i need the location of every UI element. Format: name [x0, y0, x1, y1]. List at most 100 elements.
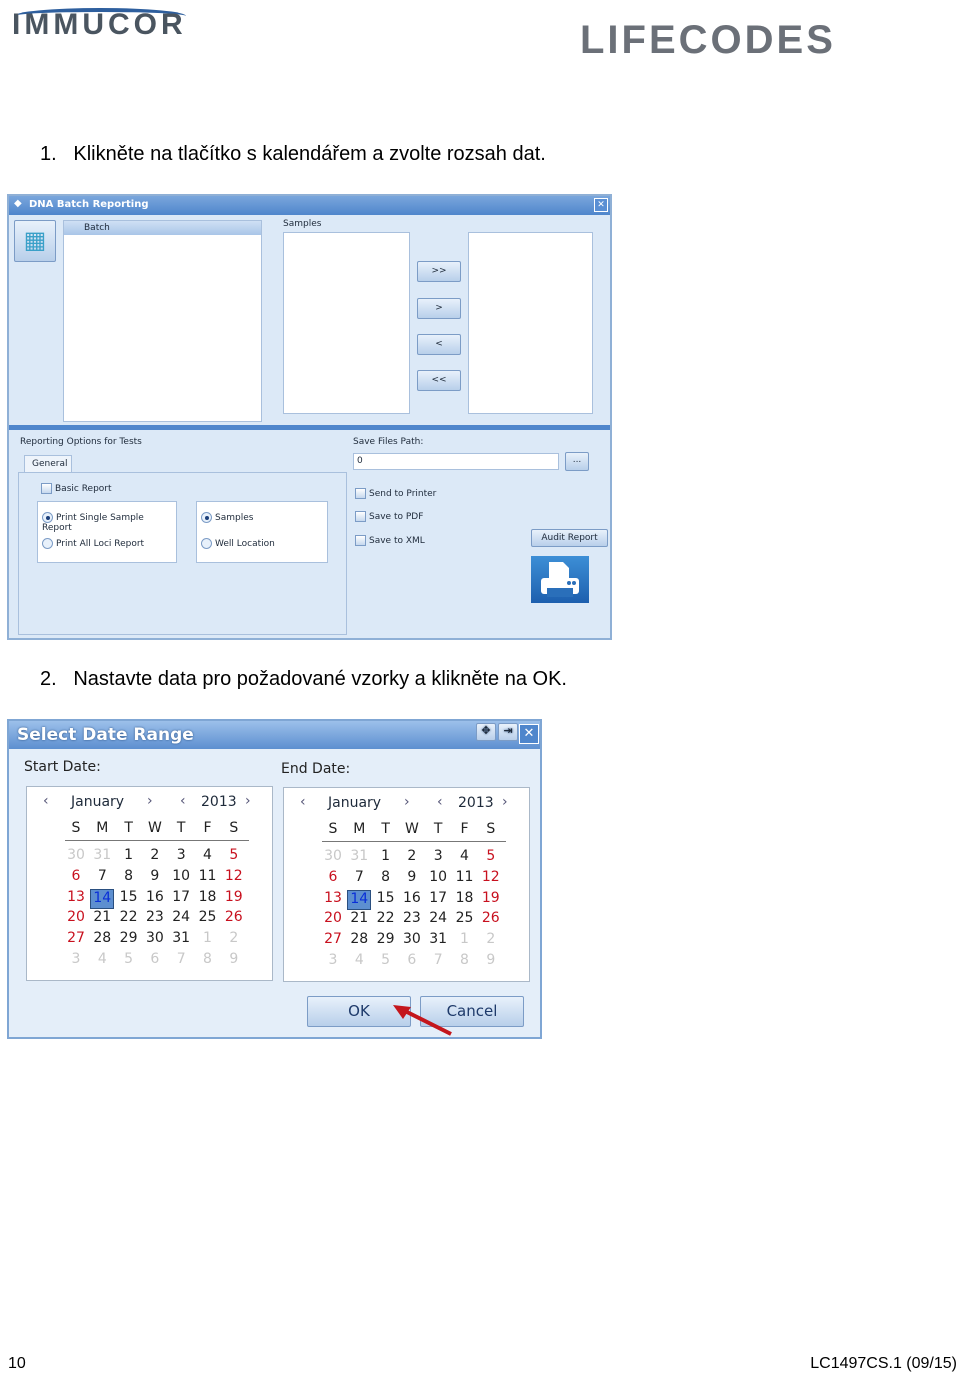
day-cell[interactable]: 7	[426, 952, 450, 972]
day-cell[interactable]: 4	[90, 951, 114, 971]
save-to-pdf-checkbox[interactable]: Save to PDF	[355, 511, 423, 522]
prev-year-button[interactable]: ‹	[180, 793, 186, 809]
day-cell[interactable]: 13	[321, 890, 345, 910]
day-cell[interactable]: 18	[196, 889, 220, 909]
day-cell[interactable]: 1	[196, 930, 220, 950]
move-right-button[interactable]: >	[417, 298, 461, 319]
dock-button[interactable]: ⇥	[498, 723, 518, 741]
day-cell[interactable]: 22	[117, 909, 141, 929]
available-samples-list[interactable]	[283, 232, 410, 414]
day-cell[interactable]: 16	[143, 889, 167, 909]
day-cell[interactable]: 25	[453, 910, 477, 930]
day-cell[interactable]: 8	[374, 869, 398, 889]
day-cell[interactable]: 11	[453, 869, 477, 889]
browse-button[interactable]: ...	[565, 452, 589, 471]
day-cell[interactable]: 9	[479, 952, 503, 972]
print-button[interactable]	[531, 556, 589, 603]
day-cell[interactable]: 8	[117, 868, 141, 888]
day-cell[interactable]: 6	[143, 951, 167, 971]
day-cell[interactable]: 17	[169, 889, 193, 909]
radio-well-location[interactable]: Well Location	[201, 538, 275, 549]
day-cell[interactable]: 15	[117, 889, 141, 909]
day-cell[interactable]: 5	[479, 848, 503, 868]
radio-samples[interactable]: Samples	[201, 512, 253, 523]
day-cell[interactable]: 31	[426, 931, 450, 951]
next-year-button[interactable]: ›	[245, 793, 251, 809]
day-cell[interactable]: 10	[169, 868, 193, 888]
move-button[interactable]: ✥	[476, 723, 496, 741]
day-cell[interactable]: 19	[479, 890, 503, 910]
day-cell[interactable]: 29	[374, 931, 398, 951]
day-cell[interactable]: 23	[143, 909, 167, 929]
day-cell[interactable]: 31	[347, 848, 371, 868]
next-year-button[interactable]: ›	[502, 794, 508, 810]
splitter[interactable]	[9, 425, 610, 430]
radio-print-single[interactable]: Print Single Sample Report	[42, 512, 176, 533]
day-cell[interactable]: 12	[222, 868, 246, 888]
day-cell[interactable]: 8	[196, 951, 220, 971]
day-cell[interactable]: 2	[400, 848, 424, 868]
day-cell[interactable]: 8	[453, 952, 477, 972]
save-to-xml-checkbox[interactable]: Save to XML	[355, 535, 425, 546]
day-cell[interactable]: 2	[143, 847, 167, 867]
day-cell[interactable]: 3	[169, 847, 193, 867]
day-cell[interactable]: 30	[321, 848, 345, 868]
day-cell[interactable]: 21	[90, 909, 114, 929]
day-cell[interactable]: 19	[222, 889, 246, 909]
day-cell[interactable]: 10	[426, 869, 450, 889]
day-cell[interactable]: 27	[321, 931, 345, 951]
day-cell[interactable]: 5	[117, 951, 141, 971]
batch-column-header[interactable]: Batch	[64, 221, 261, 235]
day-cell[interactable]: 1	[453, 931, 477, 951]
prev-month-button[interactable]: ‹	[43, 793, 49, 809]
day-cell[interactable]: 1	[374, 848, 398, 868]
day-cell[interactable]: 7	[347, 869, 371, 889]
day-cell[interactable]: 13	[64, 889, 88, 909]
day-cell[interactable]: 7	[90, 868, 114, 888]
day-cell[interactable]: 6	[321, 869, 345, 889]
tab-general[interactable]: General	[24, 455, 72, 473]
selected-samples-list[interactable]	[468, 232, 593, 414]
day-cell[interactable]: 4	[196, 847, 220, 867]
close-button[interactable]: ✕	[594, 198, 608, 212]
day-cell[interactable]: 20	[321, 910, 345, 930]
day-cell[interactable]: 27	[64, 930, 88, 950]
calendar-button[interactable]: ▦	[14, 220, 56, 262]
day-cell[interactable]: 28	[347, 931, 371, 951]
day-cell[interactable]: 14	[90, 888, 115, 909]
day-cell[interactable]: 1	[117, 847, 141, 867]
day-cell[interactable]: 30	[143, 930, 167, 950]
prev-year-button[interactable]: ‹	[437, 794, 443, 810]
day-cell[interactable]: 9	[400, 869, 424, 889]
day-cell[interactable]: 29	[117, 930, 141, 950]
basic-report-checkbox[interactable]: Basic Report	[41, 483, 112, 494]
day-cell[interactable]: 21	[347, 910, 371, 930]
day-cell[interactable]: 2	[222, 930, 246, 950]
day-cell[interactable]: 15	[374, 890, 398, 910]
day-cell[interactable]: 30	[400, 931, 424, 951]
day-cell[interactable]: 9	[143, 868, 167, 888]
day-cell[interactable]: 31	[169, 930, 193, 950]
prev-month-button[interactable]: ‹	[300, 794, 306, 810]
move-left-button[interactable]: <	[417, 334, 461, 355]
day-cell[interactable]: 24	[169, 909, 193, 929]
day-cell[interactable]: 7	[169, 951, 193, 971]
day-cell[interactable]: 3	[64, 951, 88, 971]
day-cell[interactable]: 25	[196, 909, 220, 929]
batch-list[interactable]: Batch	[63, 220, 262, 422]
day-cell[interactable]: 3	[321, 952, 345, 972]
next-month-button[interactable]: ›	[147, 793, 153, 809]
day-cell[interactable]: 4	[347, 952, 371, 972]
day-cell[interactable]: 20	[64, 909, 88, 929]
day-cell[interactable]: 23	[400, 910, 424, 930]
move-all-left-button[interactable]: <<	[417, 370, 461, 391]
send-to-printer-checkbox[interactable]: Send to Printer	[355, 488, 436, 499]
day-cell[interactable]: 5	[222, 847, 246, 867]
day-cell[interactable]: 12	[479, 869, 503, 889]
next-month-button[interactable]: ›	[404, 794, 410, 810]
day-cell[interactable]: 9	[222, 951, 246, 971]
day-cell[interactable]: 18	[453, 890, 477, 910]
close-button[interactable]: ✕	[519, 724, 539, 744]
day-cell[interactable]: 17	[426, 890, 450, 910]
save-path-input[interactable]: 0	[353, 453, 559, 470]
